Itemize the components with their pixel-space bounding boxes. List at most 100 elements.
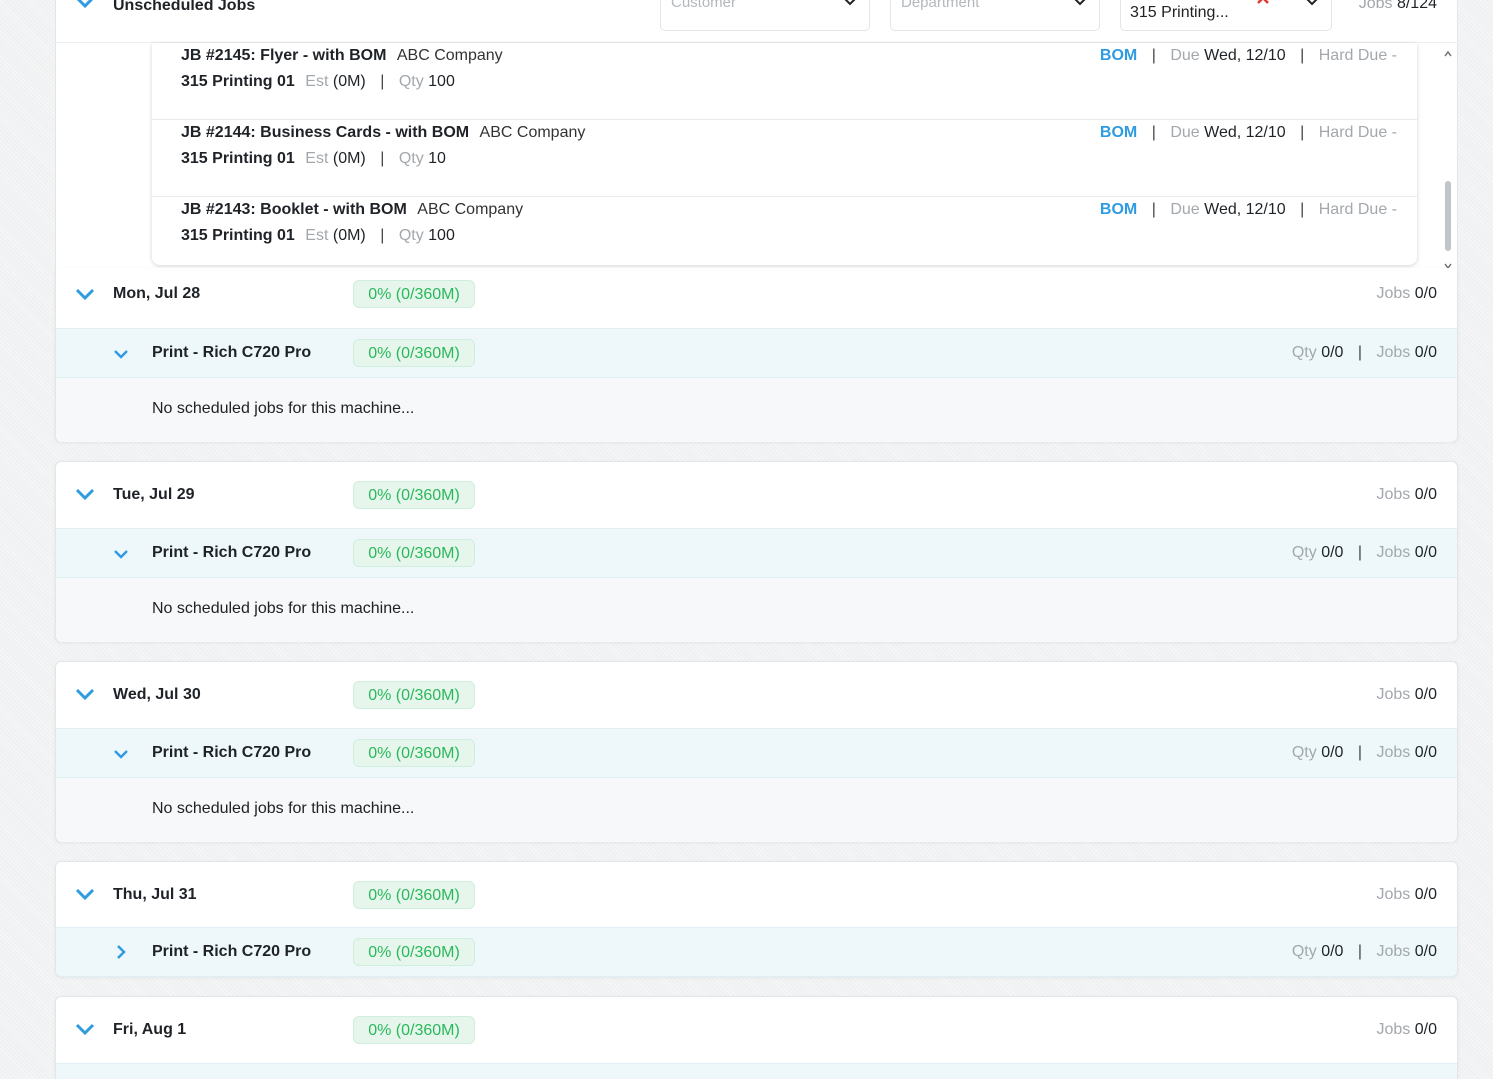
jobs-value: 0/0	[1414, 285, 1437, 302]
job-title: JB #2144: Business Cards - with BOM	[181, 124, 470, 141]
job-item[interactable]: JB #2145: Flyer - with BOM ABC Company 3…	[152, 43, 1417, 120]
day-jobs-count: Jobs 0/0	[1377, 1021, 1438, 1039]
day-card: Mon, Jul 28 0% (0/360M) Jobs 0/0 Print -…	[55, 268, 1458, 442]
department-filter-placeholder: Department	[901, 0, 980, 11]
machine-name: Print - Rich C720 Pro	[152, 544, 312, 561]
due-label: Due	[1170, 201, 1200, 218]
jobs-value: 0/0	[1414, 344, 1437, 361]
capacity-badge: 0% (0/360M)	[353, 481, 475, 509]
unscheduled-title: Unscheduled Jobs	[113, 0, 256, 14]
chevron-down-icon[interactable]	[75, 288, 95, 301]
separator: |	[1357, 544, 1363, 561]
chevron-down-icon[interactable]	[114, 549, 128, 559]
chevron-down-icon[interactable]	[75, 888, 95, 901]
qty-value: 100	[428, 227, 455, 244]
chevron-down-icon[interactable]	[76, 0, 94, 9]
est-value: (0M)	[332, 227, 366, 244]
empty-message: No scheduled jobs for this machine...	[152, 800, 415, 817]
bom-link[interactable]: BOM	[1100, 47, 1137, 64]
day-card: Wed, Jul 30 0% (0/360M) Jobs 0/0 Print -…	[55, 661, 1458, 842]
separator: |	[1357, 344, 1363, 361]
day-header[interactable]: Wed, Jul 30 0% (0/360M) Jobs 0/0	[56, 662, 1457, 727]
day-card: Thu, Jul 31 0% (0/360M) Jobs 0/0 Print -…	[55, 861, 1458, 977]
jobs-label: Jobs	[1376, 486, 1411, 503]
day-header[interactable]: Tue, Jul 29 0% (0/360M) Jobs 0/0	[56, 462, 1457, 527]
machine-capacity-badge: 0% (0/360M)	[353, 938, 475, 966]
job-detail-line: 315 Printing 01 Est (0M) | Qty 100	[181, 73, 455, 91]
capacity-badge: 0% (0/360M)	[353, 681, 475, 709]
job-due-info: BOM | Due Wed, 12/10 | Hard Due -	[1100, 47, 1397, 65]
unscheduled-job-list: JB #2145: Flyer - with BOM ABC Company 3…	[152, 43, 1417, 265]
est-label: Est	[305, 227, 329, 244]
qty-label: Qty	[398, 150, 424, 167]
job-item[interactable]: JB #2143: Booklet - with BOM ABC Company…	[152, 197, 1417, 274]
empty-message: No scheduled jobs for this machine...	[152, 400, 415, 417]
separator: |	[380, 73, 385, 90]
jobs-label: Jobs	[1376, 344, 1411, 361]
customer-filter-placeholder: Customer	[671, 0, 737, 11]
bom-link[interactable]: BOM	[1100, 124, 1137, 141]
empty-schedule-row: No scheduled jobs for this machine...	[56, 378, 1457, 442]
machine-row[interactable]	[56, 1063, 1457, 1079]
empty-schedule-row: No scheduled jobs for this machine...	[56, 578, 1457, 642]
machine-stats: Qty 0/0 | Jobs 0/0	[1292, 544, 1437, 562]
machine-row[interactable]: Print - Rich C720 Pro 0% (0/360M) Qty 0/…	[56, 328, 1457, 378]
department-filter[interactable]: Department	[890, 0, 1100, 31]
job-list-scrollbar[interactable]	[1442, 49, 1454, 271]
separator: |	[1151, 201, 1156, 218]
capacity-badge: 0% (0/360M)	[353, 1016, 475, 1044]
customer-filter[interactable]: Customer	[660, 0, 870, 31]
job-title: JB #2145: Flyer - with BOM	[181, 47, 387, 64]
machine-capacity-badge: 0% (0/360M)	[353, 539, 475, 567]
machine-row[interactable]: Print - Rich C720 Pro 0% (0/360M) Qty 0/…	[56, 528, 1457, 578]
separator: |	[380, 150, 385, 167]
scroll-thumb[interactable]	[1445, 181, 1451, 251]
day-date: Tue, Jul 29	[113, 486, 195, 503]
day-header[interactable]: Mon, Jul 28 0% (0/360M) Jobs 0/0	[56, 268, 1457, 328]
chevron-down-icon[interactable]	[75, 1023, 95, 1036]
machine-name: Print - Rich C720 Pro	[152, 744, 312, 761]
chevron-down-icon[interactable]	[114, 349, 128, 359]
capacity-badge: 0% (0/360M)	[353, 280, 475, 308]
job-company: ABC Company	[479, 124, 586, 141]
chevron-down-icon[interactable]	[114, 749, 128, 759]
machine-stats: Qty 0/0 | Jobs 0/0	[1292, 344, 1437, 362]
machine-filter[interactable]: 315 Printing...	[1120, 0, 1332, 31]
day-date: Thu, Jul 31	[113, 886, 197, 903]
machine-capacity-badge: 0% (0/360M)	[353, 339, 475, 367]
scroll-up-icon[interactable]	[1443, 49, 1453, 59]
jobs-value: 0/0	[1414, 686, 1437, 703]
chevron-down-icon[interactable]	[75, 488, 95, 501]
separator: |	[1300, 201, 1305, 218]
job-item[interactable]: JB #2144: Business Cards - with BOM ABC …	[152, 120, 1417, 197]
hard-due-label: Hard Due	[1318, 47, 1388, 64]
day-header[interactable]: Fri, Aug 1 0% (0/360M) Jobs 0/0	[56, 997, 1457, 1062]
qty-label: Qty	[398, 73, 424, 90]
qty-value: 0/0	[1321, 344, 1344, 361]
day-date: Mon, Jul 28	[113, 285, 201, 302]
machine-row[interactable]: Print - Rich C720 Pro 0% (0/360M) Qty 0/…	[56, 927, 1457, 977]
machine-row[interactable]: Print - Rich C720 Pro 0% (0/360M) Qty 0/…	[56, 728, 1457, 778]
qty-value: 0/0	[1321, 943, 1344, 960]
machine-capacity-badge: 0% (0/360M)	[353, 739, 475, 767]
chevron-right-icon[interactable]	[116, 944, 126, 960]
jobs-label: Jobs	[1376, 744, 1411, 761]
job-company: ABC Company	[417, 201, 524, 218]
due-value: Wed, 12/10	[1204, 124, 1286, 141]
est-value: (0M)	[332, 73, 366, 90]
jobs-label: Jobs	[1376, 943, 1411, 960]
empty-message: No scheduled jobs for this machine...	[152, 600, 415, 617]
job-detail-line: 315 Printing 01 Est (0M) | Qty 10	[181, 150, 446, 168]
qty-value: 0/0	[1321, 544, 1344, 561]
job-due-info: BOM | Due Wed, 12/10 | Hard Due -	[1100, 124, 1397, 142]
chevron-down-icon[interactable]	[75, 688, 95, 701]
separator: |	[1300, 124, 1305, 141]
hard-due-label: Hard Due	[1318, 124, 1388, 141]
unscheduled-header: Unscheduled Jobs Customer Department 315…	[56, 0, 1457, 43]
machine-stats: Qty 0/0 | Jobs 0/0	[1292, 943, 1437, 961]
day-header[interactable]: Thu, Jul 31 0% (0/360M) Jobs 0/0	[56, 862, 1457, 927]
qty-value: 0/0	[1321, 744, 1344, 761]
clear-icon[interactable]	[1257, 0, 1269, 4]
bom-link[interactable]: BOM	[1100, 201, 1137, 218]
jobs-label: Jobs	[1358, 0, 1393, 12]
